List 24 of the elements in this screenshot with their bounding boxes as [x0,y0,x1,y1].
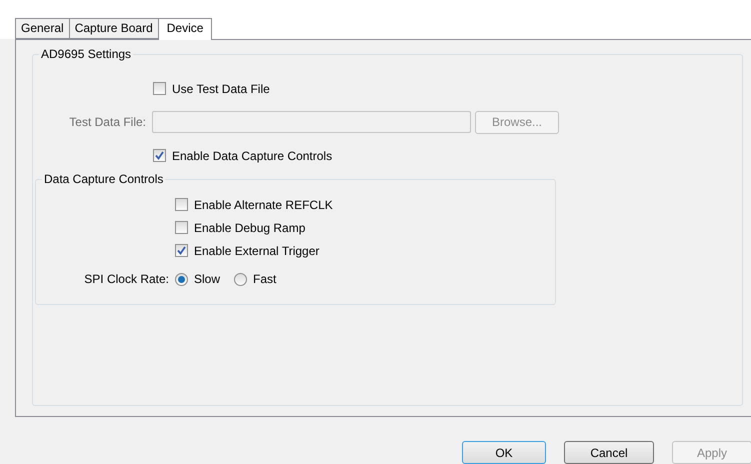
radio-button[interactable] [234,272,248,286]
dialog-button[interactable]: OK [462,441,546,464]
radio-label: Slow [194,272,220,286]
tab[interactable]: Capture Board [68,18,159,39]
checkbox-label: Enable Debug Ramp [194,220,306,234]
checkbox[interactable] [175,244,188,257]
checkbox-label: Enable Data Capture Controls [172,148,332,162]
field-label: SPI Clock Rate: [83,272,170,286]
field-label: Test Data File: [68,115,147,129]
checkbox-label: Use Test Data File [172,82,270,96]
radio-label: Fast [253,272,276,286]
radio-button[interactable] [175,272,188,286]
checkbox[interactable] [153,82,166,95]
checkbox[interactable] [175,221,188,234]
checkbox-label: Enable Alternate REFCLK [194,198,333,212]
checkbox-label: Enable External Trigger [194,244,320,258]
checkbox[interactable] [175,198,188,211]
checkbox[interactable] [153,149,166,162]
dialog-button[interactable]: Cancel [564,441,654,464]
group-title: Data Capture Controls [42,172,166,186]
tab[interactable]: General [15,18,70,39]
file-path-field[interactable] [152,111,471,133]
tab[interactable]: Device [158,18,212,40]
group-title: AD9695 Settings [39,47,134,61]
